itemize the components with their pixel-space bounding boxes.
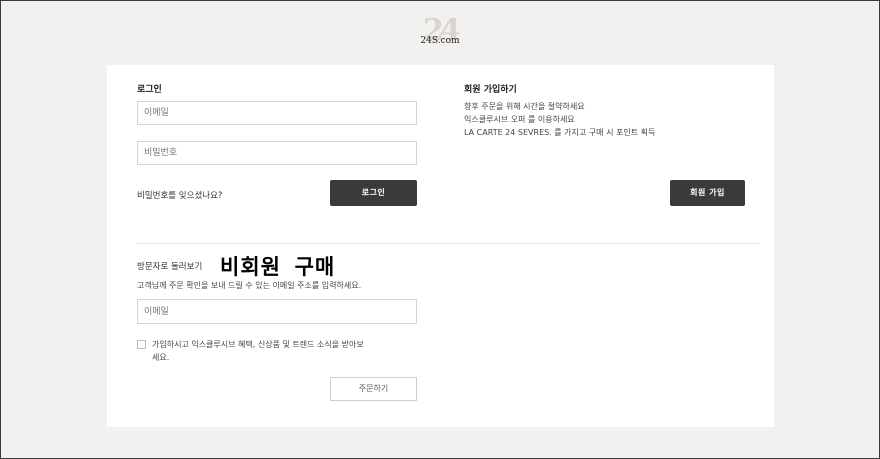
forgot-password-link[interactable]: 비밀번호를 잊으셨나요? — [137, 190, 222, 202]
section-divider — [137, 243, 759, 244]
signup-button[interactable]: 회원 가입 — [670, 180, 745, 206]
login-button[interactable]: 로그인 — [330, 180, 417, 206]
login-heading: 로그인 — [137, 85, 162, 95]
login-password-input[interactable] — [137, 141, 417, 165]
order-button[interactable]: 주문하기 — [330, 377, 417, 401]
newsletter-label-line2: 세요. — [152, 353, 170, 362]
account-card: 로그인 비밀번호를 잊으셨나요? 로그인 회원 가입하기 향후 주문을 위해 시… — [107, 65, 774, 427]
guest-description: 고객님께 주문 확인을 보내 드릴 수 있는 이메일 주소를 입력하세요. — [137, 281, 362, 290]
newsletter-checkbox[interactable] — [137, 340, 146, 349]
signup-benefit-2: 익스클루시브 오퍼 를 이용하세요 — [464, 115, 575, 124]
site-logo[interactable]: 24 24S.com — [418, 12, 462, 50]
logo-wordmark: 24S.com — [420, 36, 460, 46]
guest-email-input[interactable] — [137, 299, 417, 324]
guest-heading: 방문자로 둘러보기 — [137, 262, 203, 272]
signup-benefit-1: 향후 주문을 위해 시간을 절약하세요 — [464, 102, 585, 111]
signup-benefit-3: LA CARTE 24 SEVRES. 를 가지고 구매 시 포인트 획득 — [464, 128, 656, 137]
login-email-input[interactable] — [137, 101, 417, 125]
signup-heading: 회원 가입하기 — [464, 85, 517, 95]
guest-purchase-title: 비회원 구매 — [220, 255, 336, 279]
newsletter-label-line1: 가입하시고 익스클루시브 혜택, 신상품 및 트렌드 소식을 받아보 — [152, 340, 364, 349]
